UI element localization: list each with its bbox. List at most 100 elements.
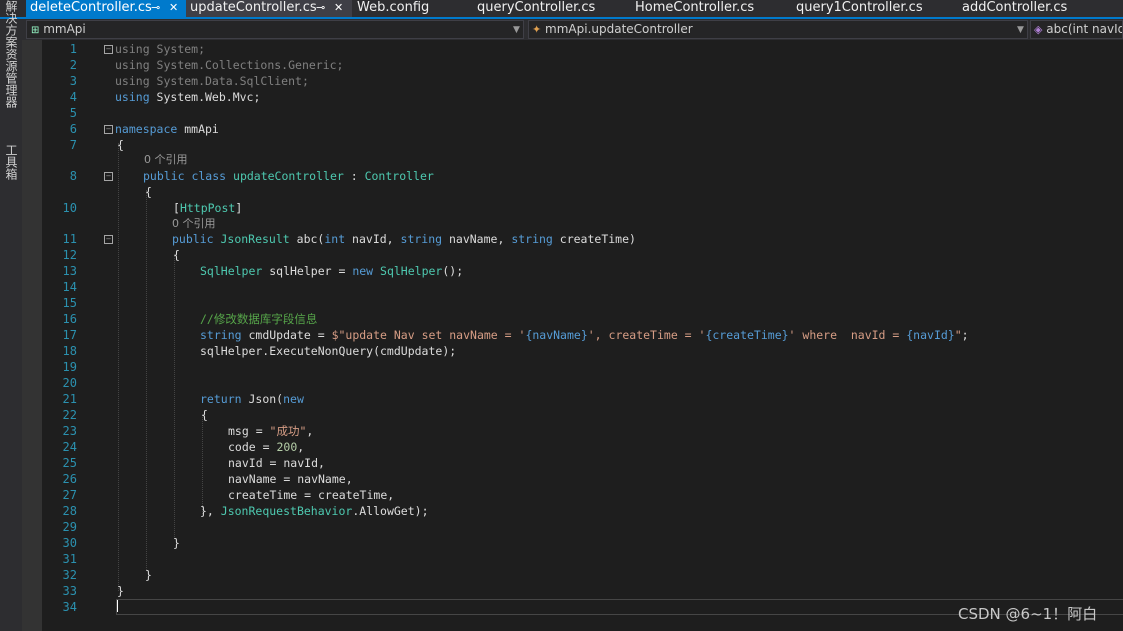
code-line: 33} bbox=[42, 583, 1123, 599]
pin-icon[interactable]: ⊸ bbox=[316, 0, 325, 15]
code-line: 21 return Json(new bbox=[42, 391, 1123, 407]
code-line: { bbox=[42, 184, 1123, 200]
line-number: 2 bbox=[69, 58, 77, 72]
code-editor[interactable]: 1− using System; 2 using System.Collection… bbox=[42, 40, 1123, 631]
code-line: 2 using System.Collections.Generic; bbox=[42, 57, 1123, 73]
line-number: 5 bbox=[69, 106, 77, 120]
tab-web-config[interactable]: Web.config bbox=[353, 0, 429, 17]
tab-home-controller[interactable]: HomeController.cs bbox=[631, 0, 754, 17]
code-line: 29 bbox=[42, 519, 1123, 535]
tab-query-controller[interactable]: queryController.cs bbox=[473, 0, 595, 17]
code-text: public class updateController : Controll… bbox=[143, 169, 434, 183]
code-line: 25 navId = navId, bbox=[42, 455, 1123, 471]
solution-explorer-tab[interactable]: 解决方案资源管理器 bbox=[2, 0, 20, 108]
close-icon[interactable]: ✕ bbox=[169, 0, 178, 15]
line-number: 4 bbox=[69, 90, 77, 104]
chevron-down-icon: ▼ bbox=[513, 25, 520, 35]
tool-window-strip: 解决方案资源管理器 工具箱 bbox=[0, 0, 22, 631]
code-text: using System; bbox=[115, 42, 206, 56]
code-text: using System.Data.SqlClient; bbox=[115, 74, 309, 88]
class-dropdown[interactable]: ✦ mmApi.updateController ▼ bbox=[528, 20, 1028, 39]
line-number: 23 bbox=[62, 424, 77, 438]
tab-update-controller[interactable]: updateController.cs ⊸ ✕ bbox=[186, 0, 352, 17]
line-number: 19 bbox=[62, 360, 77, 374]
project-dropdown[interactable]: ⊞ mmApi ▼ bbox=[26, 20, 524, 39]
code-text: public JsonResult abc(int navId, string … bbox=[172, 232, 636, 246]
references-codelens[interactable]: 0 个引用 bbox=[172, 216, 216, 232]
class-name: mmApi.updateController bbox=[545, 22, 693, 36]
references-codelens[interactable]: 0 个引用 bbox=[144, 152, 188, 168]
chevron-down-icon: ▼ bbox=[1017, 25, 1024, 35]
code-line: 5 bbox=[42, 105, 1123, 121]
code-line: 1 − using System; bbox=[42, 41, 1123, 57]
collapse-icon[interactable]: − bbox=[104, 172, 113, 181]
watermark: CSDN @6~1！阿白 bbox=[958, 605, 1098, 623]
code-text: SqlHelper sqlHelper = new SqlHelper(); bbox=[200, 264, 464, 278]
code-line: 24 code = 200, bbox=[42, 439, 1123, 455]
code-line: 27 createTime = createTime, bbox=[42, 487, 1123, 503]
line-number: 22 bbox=[62, 408, 77, 422]
tab-label: query1Controller.cs bbox=[796, 0, 923, 15]
code-text: navName = navName, bbox=[228, 472, 353, 486]
tab-query1-controller[interactable]: query1Controller.cs bbox=[792, 0, 923, 17]
tab-label: HomeController.cs bbox=[635, 0, 755, 15]
code-line: 18 sqlHelper.ExecuteNonQuery(cmdUpdate); bbox=[42, 343, 1123, 359]
code-line: 32} bbox=[42, 567, 1123, 583]
code-line: 13 SqlHelper sqlHelper = new SqlHelper(); bbox=[42, 263, 1123, 279]
project-name: mmApi bbox=[43, 22, 86, 36]
code-line: 7{ bbox=[42, 137, 1123, 153]
line-number: 31 bbox=[62, 552, 77, 566]
line-number: 28 bbox=[62, 504, 77, 518]
line-number: 11 bbox=[62, 232, 77, 246]
code-line: 22 { bbox=[42, 407, 1123, 423]
line-number: 30 bbox=[62, 536, 77, 550]
code-line: 8 − public class updateController : Contro… bbox=[42, 168, 1123, 184]
line-number: 32 bbox=[62, 568, 77, 582]
collapse-icon[interactable]: − bbox=[104, 235, 113, 244]
line-number: 33 bbox=[62, 584, 77, 598]
document-tab-bar: deleteController.cs ⊸ ✕ updateController… bbox=[0, 0, 1123, 19]
line-number: 27 bbox=[62, 488, 77, 502]
code-line: 6 − namespace mmApi bbox=[42, 121, 1123, 137]
line-number: 7 bbox=[69, 138, 77, 152]
code-line: 26 navName = navName, bbox=[42, 471, 1123, 487]
toolbox-tab[interactable]: 工具箱 bbox=[2, 144, 20, 180]
code-line: 31 bbox=[42, 551, 1123, 567]
code-text: } bbox=[117, 584, 124, 598]
code-text: using System.Web.Mvc; bbox=[115, 90, 261, 104]
collapse-icon[interactable]: − bbox=[104, 125, 113, 134]
code-text: code = 200, bbox=[228, 440, 305, 454]
code-line: 28 }, JsonRequestBehavior.AllowGet); bbox=[42, 503, 1123, 519]
code-text: }, JsonRequestBehavior.AllowGet); bbox=[200, 504, 429, 518]
code-line: 19 bbox=[42, 359, 1123, 375]
line-number: 1 bbox=[69, 42, 77, 56]
indicator-margin bbox=[22, 40, 42, 631]
code-line: 17 string cmdUpdate = $"update Nav set na… bbox=[42, 327, 1123, 343]
code-line: 20 bbox=[42, 375, 1123, 391]
close-icon[interactable]: ✕ bbox=[334, 0, 343, 15]
code-text: return Json(new bbox=[200, 392, 304, 406]
member-dropdown[interactable]: ◈ abc(int navId bbox=[1030, 20, 1123, 39]
line-number: 25 bbox=[62, 456, 77, 470]
csharp-project-icon: ⊞ bbox=[31, 25, 40, 36]
code-line: 10 [HttpPost] bbox=[42, 200, 1123, 216]
code-line: 14 bbox=[42, 279, 1123, 295]
tab-add-controller[interactable]: addController.cs bbox=[958, 0, 1067, 17]
code-text: } bbox=[173, 536, 180, 550]
code-text: string cmdUpdate = $"update Nav set navN… bbox=[200, 328, 969, 342]
text-caret bbox=[117, 600, 118, 612]
pin-icon[interactable]: ⊸ bbox=[151, 0, 160, 15]
collapse-icon[interactable]: − bbox=[104, 45, 113, 54]
line-number: 15 bbox=[62, 296, 77, 310]
tab-label: deleteController.cs bbox=[30, 0, 152, 15]
line-number: 26 bbox=[62, 472, 77, 486]
code-line: 4 using System.Web.Mvc; bbox=[42, 89, 1123, 105]
line-number: 17 bbox=[62, 328, 77, 342]
code-line: 15 bbox=[42, 295, 1123, 311]
line-number: 29 bbox=[62, 520, 77, 534]
line-number: 21 bbox=[62, 392, 77, 406]
member-name: abc(int navId bbox=[1046, 22, 1123, 36]
line-number: 13 bbox=[62, 264, 77, 278]
code-text: { bbox=[145, 185, 152, 199]
tab-delete-controller[interactable]: deleteController.cs ⊸ ✕ bbox=[26, 0, 186, 17]
